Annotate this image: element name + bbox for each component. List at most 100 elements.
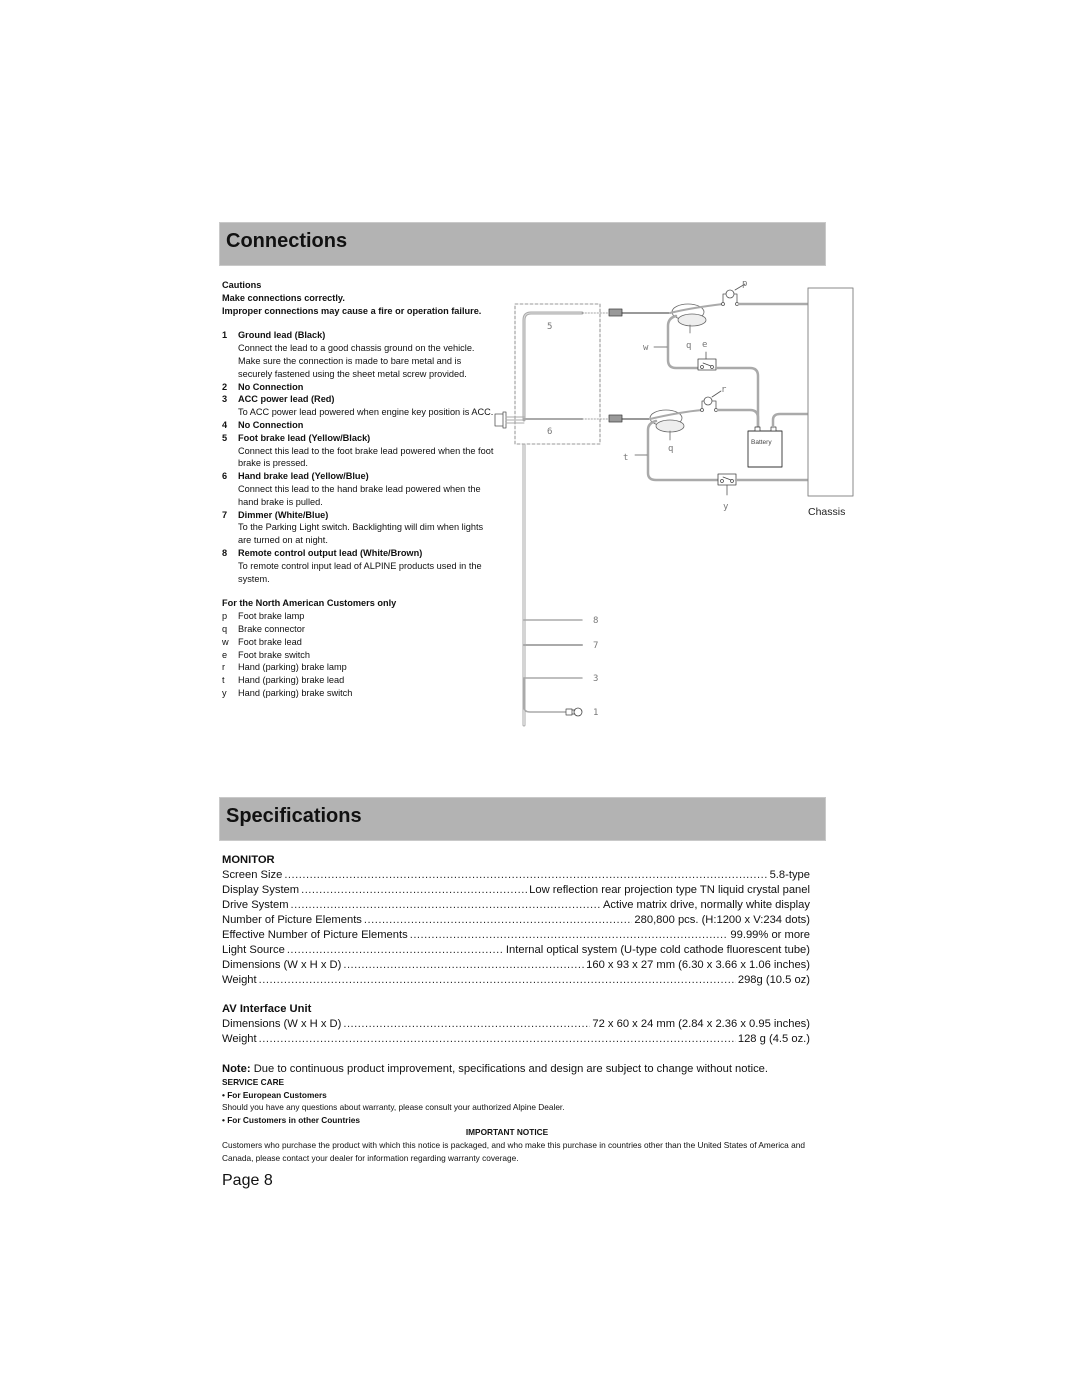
lead-title: Ground lead (Black): [238, 330, 326, 341]
european-customers-text: Should you have any questions about warr…: [222, 1102, 565, 1113]
lead-item: 6 Hand brake lead (Yellow/Blue) Connect …: [222, 470, 497, 508]
dot-leader: [259, 1032, 736, 1047]
lead-title: Foot brake lead (Yellow/Black): [238, 432, 371, 443]
spec-label: Screen Size: [222, 869, 283, 881]
harness-dashed-box: [514, 303, 601, 445]
battery: [747, 430, 783, 468]
service-care: SERVICE CARE • For European Customers Sh…: [222, 1076, 832, 1164]
diagram-label-p: p: [742, 279, 747, 289]
diagram-label-y: y: [723, 502, 729, 512]
specifications-title: Specifications: [226, 805, 362, 827]
lead-title: ACC power lead (Red): [238, 394, 335, 405]
page-number: Page 8: [222, 1172, 273, 1189]
legend-label: Hand (parking) brake lamp: [238, 662, 347, 673]
lead-number: 8: [222, 547, 228, 558]
lead-number: 2: [222, 381, 228, 392]
legend-key: q: [222, 623, 228, 634]
lead-number: 3: [222, 394, 228, 405]
specifications-header-bar: Specifications: [219, 797, 826, 841]
wiring-diagram: p w q e r q t y 5 6 8 7 3 1 Battery Chas…: [494, 279, 854, 727]
note-text: Due to continuous product improvement, s…: [250, 1063, 769, 1075]
foot-brake-connector: [608, 308, 623, 317]
diagram-label-lead-5: 5: [547, 322, 552, 332]
av-interface-specs: AV Interface Unit Dimensions (W x H x D)…: [222, 1002, 810, 1047]
spec-label: Display System: [222, 884, 300, 896]
lead-item: 1 Ground lead (Black) Connect the lead t…: [222, 329, 497, 380]
diagram-label-e: e: [702, 340, 707, 350]
spec-value: 280,800 pcs. (H:1200 x V:234 dots): [634, 914, 810, 926]
diagram-label-q-top: q: [686, 341, 691, 351]
service-care-heading: SERVICE CARE: [222, 1077, 285, 1087]
diagram-label-w: w: [643, 343, 649, 353]
spec-label: Drive System: [222, 899, 289, 911]
lead-item: 4 No Connection: [222, 419, 497, 432]
legend-item: w Foot brake lead: [222, 636, 497, 649]
ground-terminal: [565, 708, 573, 716]
lead-number: 7: [222, 509, 228, 520]
lead-title: No Connection: [238, 381, 304, 392]
spec-value: 99.99% or more: [730, 929, 810, 941]
lead-item: 3 ACC power lead (Red) To ACC power lead…: [222, 393, 497, 419]
lead-item: 2 No Connection: [222, 381, 497, 394]
lead-description: To remote control input lead of ALPINE p…: [238, 560, 482, 584]
important-notice-heading: IMPORTANT NOTICE: [465, 1127, 549, 1138]
spec-value: Low reflection rear projection type TN l…: [529, 884, 810, 896]
cautions-heading: Cautions: [222, 280, 262, 290]
spec-label: Effective Number of Picture Elements: [222, 929, 408, 941]
dot-leader: [301, 883, 527, 898]
lead-item: 5 Foot brake lead (Yellow/Black) Connect…: [222, 432, 497, 470]
dot-leader: [259, 973, 736, 988]
monitor-specs: MONITOR Screen Size 5.8-type Display Syst…: [222, 853, 810, 988]
spec-value: 72 x 60 x 24 mm (2.84 x 2.36 x 0.95 inch…: [592, 1018, 810, 1030]
legend-label: Hand (parking) brake switch: [238, 687, 353, 698]
lead-title: Hand brake lead (Yellow/Blue): [238, 471, 369, 482]
legend-key: r: [222, 662, 226, 673]
spec-label: Light Source: [222, 944, 285, 956]
diagram-label-lead-7: 7: [593, 641, 598, 651]
spec-label: Weight: [222, 1033, 257, 1045]
legend-item: e Foot brake switch: [222, 649, 497, 662]
dot-leader: [343, 958, 584, 973]
legend-label: Brake connector: [238, 623, 305, 634]
lead-description: To ACC power lead powered when engine ke…: [238, 407, 494, 418]
lead-item: 7 Dimmer (White/Blue) To the Parking Lig…: [222, 509, 497, 547]
spec-row: Dimensions (W x H x D) 160 x 93 x 27 mm (…: [222, 958, 810, 973]
dot-leader: [343, 1017, 590, 1032]
spec-label: Number of Picture Elements: [222, 914, 362, 926]
spec-row: Weight 298g (10.5 oz): [222, 973, 810, 988]
lead-number: 1: [222, 330, 228, 341]
legend-item: q Brake connector: [222, 623, 497, 636]
legend-label: Foot brake lead: [238, 636, 302, 647]
spec-row: Screen Size 5.8-type: [222, 868, 810, 883]
spec-label: Dimensions (W x H x D): [222, 1018, 342, 1030]
legend-key: p: [222, 611, 228, 622]
lead-description: To the Parking Light switch. Backlightin…: [238, 522, 484, 546]
specifications-note: Note: Due to continuous product improvem…: [222, 1062, 832, 1076]
lead-description: Connect this lead to the foot brake lead…: [238, 445, 494, 469]
spec-label: Dimensions (W x H x D): [222, 959, 342, 971]
legend-item: p Foot brake lamp: [222, 610, 497, 623]
north-american-heading: For the North American Customers only: [222, 598, 397, 609]
lead-description: Connect the lead to a good chassis groun…: [238, 343, 475, 379]
dot-leader: [364, 913, 633, 928]
legend-label: Foot brake switch: [238, 649, 310, 660]
legend-item: r Hand (parking) brake lamp: [222, 661, 497, 674]
lead-number: 4: [222, 419, 228, 430]
spec-row: Drive System Active matrix drive, normall…: [222, 898, 810, 913]
lead-title: Remote control output lead (White/Brown): [238, 547, 423, 558]
connections-text: Cautions Make connections correctly. Imp…: [222, 279, 497, 700]
spec-label: Weight: [222, 974, 257, 986]
lead-5-wire: [522, 311, 584, 422]
legend-item: y Hand (parking) brake switch: [222, 687, 497, 700]
legend-label: Hand (parking) brake lead: [238, 675, 345, 686]
foot-brake-lamp: [725, 289, 735, 299]
legend-key: w: [222, 636, 229, 647]
lead-1-wire: [523, 677, 567, 713]
av-interface-heading: AV Interface Unit: [222, 1003, 312, 1015]
important-notice-text: Customers who purchase the product with …: [222, 1139, 805, 1163]
monitor-heading: MONITOR: [222, 854, 275, 866]
lead-number: 6: [222, 471, 228, 482]
diagram-label-lead-8: 8: [593, 616, 598, 626]
hand-brake-lamp: [703, 396, 713, 406]
connections-title: Connections: [226, 230, 348, 252]
